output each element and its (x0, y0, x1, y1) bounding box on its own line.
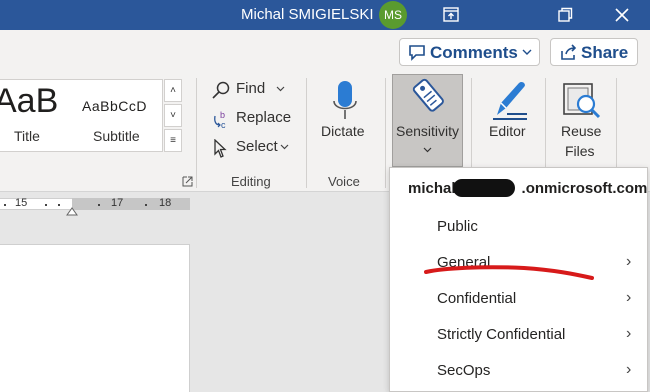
chevron-right-icon: › (626, 361, 632, 378)
voice-group-label: Voice (328, 174, 360, 189)
menu-item-public[interactable]: Public (391, 210, 646, 244)
red-underline-annotation (424, 265, 594, 280)
redaction-mark (453, 179, 515, 197)
scroll-up-icon[interactable]: ˄ (164, 79, 182, 102)
ruler-label: 18 (159, 197, 172, 209)
search-icon (212, 81, 230, 99)
chevron-down-icon (423, 147, 432, 153)
sensitivity-button[interactable]: Sensitivity (392, 74, 463, 167)
chevron-right-icon: › (626, 325, 632, 342)
share-icon (561, 44, 577, 60)
replace-label: Replace (236, 109, 292, 126)
title-style-label: Title (14, 128, 40, 144)
editing-group-label: Editing (231, 174, 271, 189)
svg-text:b: b (220, 110, 225, 120)
replace-button[interactable]: b c Replace (212, 109, 292, 130)
window-restore-icon[interactable] (555, 5, 575, 25)
separator (385, 78, 386, 188)
avatar[interactable]: MS (379, 1, 407, 29)
comments-button[interactable]: Comments (399, 38, 540, 66)
indent-marker-icon[interactable] (66, 204, 78, 216)
comments-label: Comments (430, 43, 518, 62)
account-suffix: .onmicrosoft.com (521, 180, 648, 197)
chevron-right-icon: › (626, 289, 632, 306)
menu-item-label: Public (437, 218, 478, 235)
user-name: Michal SMIGIELSKI (241, 6, 374, 23)
sensitivity-label-icon (412, 78, 444, 112)
ruler: 15 17 18 (0, 192, 190, 217)
menu-item-strictly-confidential[interactable]: Strictly Confidential › (391, 318, 646, 352)
select-button[interactable]: Select (212, 138, 292, 158)
reuse-files-icon[interactable] (562, 80, 602, 122)
more-styles-icon[interactable]: ≡ (164, 129, 182, 152)
subtitle-style-preview: AaBbCcD (82, 98, 147, 114)
chevron-right-icon: › (626, 253, 632, 270)
restore-ribbon-icon[interactable] (441, 5, 461, 25)
subtitle-style-label: Subtitle (93, 128, 140, 144)
document-page[interactable] (0, 244, 190, 392)
replace-icon: b c (214, 110, 226, 130)
svg-text:c: c (221, 120, 226, 130)
comment-icon (409, 45, 425, 61)
find-button[interactable]: Find (212, 80, 292, 100)
editor-pen-icon[interactable] (487, 77, 531, 123)
select-label: Select (236, 138, 278, 155)
account-prefix: michal (408, 180, 456, 197)
close-icon[interactable] (612, 5, 632, 25)
menu-item-label: SecOps (437, 362, 491, 379)
find-label: Find (236, 80, 266, 97)
menu-item-confidential[interactable]: Confidential › (391, 282, 646, 316)
styles-scroll: ˄ ˅ ≡ (164, 79, 183, 152)
chevron-down-icon (276, 86, 285, 92)
chevron-down-icon (280, 144, 289, 150)
normal-style-preview: AaB (0, 82, 59, 120)
editor-button[interactable]: Editor (489, 123, 526, 139)
reuse-label-line2[interactable]: Files (565, 143, 595, 159)
ruler-tick (98, 204, 100, 206)
dialog-launcher-icon[interactable] (182, 176, 193, 187)
reuse-label-line1[interactable]: Reuse (561, 123, 601, 139)
account-email: michal .onmicrosoft.com (408, 180, 647, 197)
dictate-button[interactable]: Dictate (321, 123, 365, 139)
menu-item-secops[interactable]: SecOps › (391, 354, 646, 388)
scroll-down-icon[interactable]: ˅ (164, 104, 182, 127)
menu-item-label: Strictly Confidential (437, 326, 566, 343)
separator (196, 78, 197, 188)
share-label: Share (581, 43, 629, 62)
ruler-tick (145, 204, 147, 206)
share-button[interactable]: Share (550, 38, 638, 66)
sensitivity-label: Sensitivity (395, 123, 460, 139)
ruler-tick (45, 204, 47, 206)
ruler-margin (72, 198, 190, 210)
ruler-label: 17 (111, 197, 124, 209)
menu-item-label: Confidential (437, 290, 517, 307)
chevron-down-icon (522, 49, 532, 55)
microphone-icon[interactable] (331, 79, 359, 123)
ruler-tick (58, 204, 60, 206)
ruler-label: 15 (15, 197, 28, 209)
ruler-tick (4, 204, 6, 206)
title-bar: Michal SMIGIELSKI MS (0, 0, 650, 30)
cursor-icon (214, 139, 227, 158)
separator (306, 78, 307, 188)
styles-gallery[interactable]: AaB AaBbCcD Title Subtitle (0, 79, 163, 152)
